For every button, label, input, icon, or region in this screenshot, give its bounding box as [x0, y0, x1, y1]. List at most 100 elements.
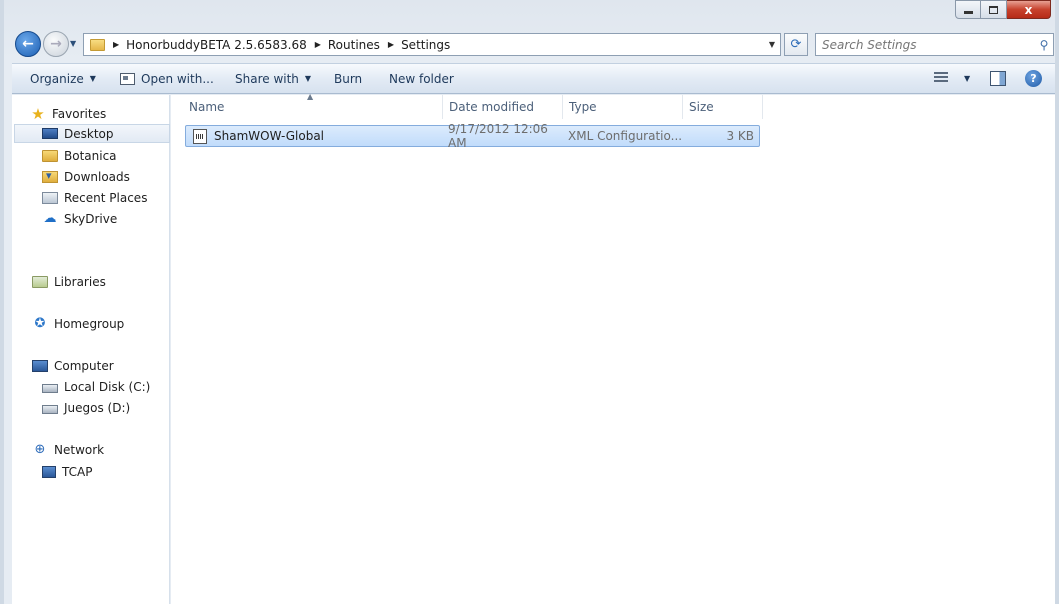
table-row[interactable]: ShamWOW-Global 9/17/2012 12:06 AM XML Co… — [185, 122, 760, 150]
maximize-button[interactable] — [981, 0, 1007, 19]
nav-skydrive[interactable]: ☁ SkyDrive — [42, 209, 118, 228]
organize-button[interactable]: Organize ▼ — [30, 64, 96, 93]
nav-computer-label: Computer — [54, 358, 114, 373]
star-icon: ★ — [31, 104, 45, 123]
nav-network[interactable]: ⊕ Network — [32, 440, 105, 459]
nav-local-disk[interactable]: Local Disk (C:) — [42, 377, 150, 396]
search-icon[interactable]: ⚲ — [1035, 38, 1053, 52]
column-header-type[interactable]: Type — [563, 95, 683, 119]
refresh-button[interactable]: ⟳ — [784, 33, 808, 56]
close-button[interactable]: x — [1007, 0, 1051, 19]
folder-icon — [90, 38, 105, 51]
open-with-icon — [120, 72, 135, 85]
file-list-pane: ▲ Name Date modified Type Size ShamWOW-G… — [171, 92, 1055, 604]
nav-favorites-label: Favorites — [52, 106, 107, 121]
refresh-icon: ⟳ — [790, 37, 802, 52]
chevron-right-icon[interactable]: ▶ — [113, 40, 119, 49]
libraries-icon — [32, 275, 48, 288]
chevron-right-icon[interactable]: ▶ — [388, 40, 394, 49]
help-icon: ? — [1030, 72, 1037, 85]
column-date-label: Date modified — [449, 100, 535, 114]
nav-desktop[interactable]: Desktop — [14, 124, 170, 143]
nav-network-label: Network — [54, 442, 105, 457]
open-with-label: Open with... — [141, 71, 214, 86]
disk-icon — [42, 383, 58, 393]
close-icon: x — [1024, 2, 1033, 17]
nav-downloads-label: Downloads — [64, 169, 130, 184]
nav-recent-places-label: Recent Places — [64, 190, 148, 205]
downloads-icon — [42, 169, 58, 183]
navigation-pane: ★ Favorites Desktop Botanica Downloads R… — [12, 95, 170, 604]
share-with-button[interactable]: Share with ▼ — [235, 64, 311, 93]
command-bar: Organize ▼ Open with... Share with ▼ Bur… — [12, 63, 1055, 94]
homegroup-icon: ✪ — [34, 315, 46, 331]
change-view-button[interactable]: ▼ — [934, 72, 970, 84]
nav-recent-places[interactable]: Recent Places — [42, 188, 147, 207]
preview-pane-button[interactable] — [990, 71, 1006, 86]
address-dropdown-icon[interactable]: ▼ — [764, 40, 780, 49]
recent-places-icon — [42, 191, 58, 204]
maximize-icon — [989, 5, 998, 14]
chevron-down-icon: ▼ — [304, 74, 312, 83]
folder-icon — [42, 149, 58, 162]
disk-icon — [42, 404, 58, 414]
breadcrumb-honorbuddy[interactable]: HonorbuddyBETA 2.5.6583.68 — [126, 38, 307, 52]
nav-favorites[interactable]: ★ Favorites — [30, 104, 106, 123]
sort-ascending-icon: ▲ — [307, 92, 314, 101]
forward-arrow-icon: → — [50, 36, 62, 52]
column-header-name[interactable]: ▲ Name — [183, 92, 443, 119]
nav-botanica-label: Botanica — [64, 148, 117, 163]
recent-pages-dropdown[interactable]: ▼ — [70, 39, 76, 48]
column-header-date[interactable]: Date modified — [443, 95, 563, 119]
chevron-down-icon: ▼ — [964, 73, 971, 83]
nav-local-disk-label: Local Disk (C:) — [64, 379, 151, 394]
computer-icon — [32, 359, 48, 372]
chevron-right-icon[interactable]: ▶ — [315, 40, 321, 49]
views-icon — [934, 72, 948, 84]
nav-juegos[interactable]: Juegos (D:) — [42, 398, 130, 417]
new-folder-label: New folder — [389, 71, 454, 86]
chevron-down-icon: ▼ — [89, 74, 96, 83]
search-box[interactable]: ⚲ — [815, 33, 1054, 56]
nav-skydrive-label: SkyDrive — [64, 211, 118, 226]
caption-buttons: x — [955, 0, 1051, 19]
computer-icon — [42, 465, 56, 478]
nav-downloads[interactable]: Downloads — [42, 167, 130, 186]
open-with-button[interactable]: Open with... — [120, 64, 214, 93]
minimize-button[interactable] — [955, 0, 981, 19]
column-name-label: Name — [189, 100, 225, 114]
address-bar[interactable]: ▶ HonorbuddyBETA 2.5.6583.68 ▶ Routines … — [83, 33, 781, 56]
file-type: XML Configuratio... — [568, 129, 683, 143]
file-date: 9/17/2012 12:06 AM — [448, 122, 548, 150]
nav-tcap-label: TCAP — [62, 464, 93, 479]
burn-label: Burn — [334, 71, 363, 86]
column-type-label: Type — [569, 100, 597, 114]
breadcrumb-routines[interactable]: Routines — [328, 38, 380, 52]
forward-button[interactable]: → — [43, 31, 69, 57]
cloud-icon: ☁ — [43, 210, 57, 226]
nav-homegroup-label: Homegroup — [54, 316, 125, 331]
burn-button[interactable]: Burn — [334, 64, 362, 93]
file-name: ShamWOW-Global — [214, 129, 325, 143]
nav-botanica[interactable]: Botanica — [42, 146, 117, 165]
back-button[interactable]: ← — [15, 31, 41, 57]
share-with-label: Share with — [235, 71, 299, 86]
nav-libraries[interactable]: Libraries — [32, 272, 106, 291]
xml-file-icon — [193, 128, 207, 144]
search-input[interactable] — [816, 37, 1035, 52]
back-arrow-icon: ← — [22, 36, 34, 52]
column-headers: ▲ Name Date modified Type Size — [183, 92, 763, 119]
file-size: 3 KB — [726, 129, 754, 143]
nav-tcap[interactable]: TCAP — [42, 462, 92, 481]
nav-desktop-label: Desktop — [64, 126, 114, 141]
help-button[interactable]: ? — [1025, 70, 1042, 87]
column-size-label: Size — [689, 100, 714, 114]
minimize-icon — [963, 11, 973, 14]
nav-juegos-label: Juegos (D:) — [64, 400, 131, 415]
new-folder-button[interactable]: New folder — [389, 64, 454, 93]
desktop-icon — [42, 128, 58, 139]
column-header-size[interactable]: Size — [683, 95, 763, 119]
breadcrumb-settings[interactable]: Settings — [401, 38, 450, 52]
nav-computer[interactable]: Computer — [32, 356, 114, 375]
nav-homegroup[interactable]: ✪ Homegroup — [32, 314, 125, 333]
